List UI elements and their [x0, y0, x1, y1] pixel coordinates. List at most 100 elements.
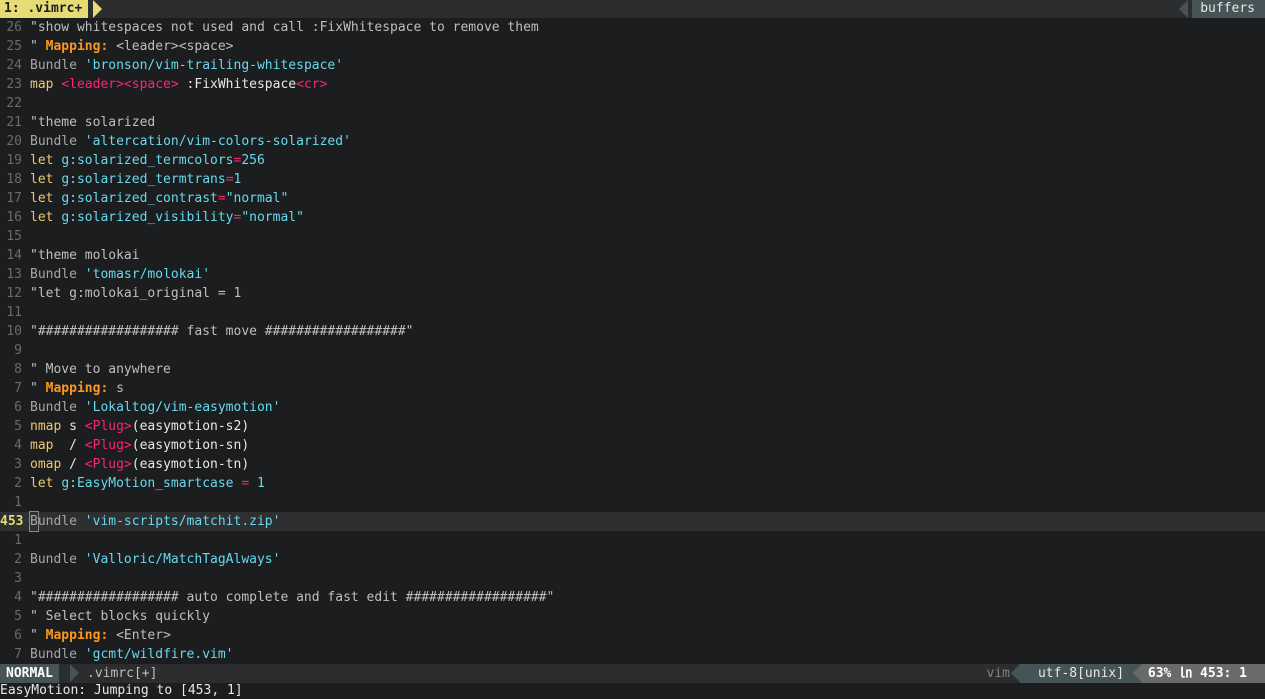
code-line[interactable]: 23 map <leader><space> :FixWhitespace<cr>: [0, 75, 1265, 94]
code-token: 256: [241, 153, 265, 168]
line-code: let g:solarized_termcolors=256: [30, 153, 265, 168]
line-code: let g:EasyMotion_smartcase = 1: [30, 476, 265, 491]
line-number: 19: [6, 153, 22, 168]
code-line[interactable]: 6 " Mapping: <Enter>: [0, 626, 1265, 645]
buffers-label[interactable]: buffers: [1192, 0, 1265, 18]
line-code: Bundle 'altercation/vim-colors-solarized…: [30, 134, 351, 149]
code-token: let: [30, 210, 62, 225]
code-line[interactable]: 7 " Mapping: s: [0, 379, 1265, 398]
line-code: " Move to anywhere: [30, 362, 171, 377]
code-token: 'Valloric/MatchTagAlways': [84, 552, 281, 567]
code-token: /: [69, 457, 85, 472]
code-line[interactable]: 2 Bundle 'Valloric/MatchTagAlways': [0, 550, 1265, 569]
line-number: 13: [6, 267, 22, 282]
code-line[interactable]: 16 let g:solarized_visibility="normal": [0, 208, 1265, 227]
status-encoding: utf-8[unix]: [1020, 664, 1142, 683]
line-number: 21: [6, 115, 22, 130]
code-line[interactable]: 10 "################## fast move ########…: [0, 322, 1265, 341]
code-line[interactable]: 12 "let g:molokai_original = 1: [0, 284, 1265, 303]
current-line[interactable]: 453 Bundle 'vim-scripts/matchit.zip': [0, 511, 1265, 532]
line-number: 6: [14, 628, 22, 643]
code-line[interactable]: 4 "################## auto complete and f…: [0, 588, 1265, 607]
code-token: Bundle: [30, 58, 85, 73]
code-token: <Plug>: [84, 438, 132, 453]
line-number: 4: [14, 438, 22, 453]
code-line[interactable]: 6 Bundle 'Lokaltog/vim-easymotion': [0, 398, 1265, 417]
line-number: 453: [0, 514, 24, 529]
status-filetype: vim: [986, 666, 1010, 681]
code-line[interactable]: 1: [0, 493, 1265, 512]
code-token: <cr>: [296, 77, 328, 92]
line-number: 17: [6, 191, 22, 206]
tab-vimrc[interactable]: 1: .vimrc+: [0, 0, 89, 18]
code-line[interactable]: 4 map / <Plug>(easymotion-sn): [0, 436, 1265, 455]
code-line[interactable]: 11: [0, 303, 1265, 322]
code-token: "let g:molokai_original = 1: [30, 286, 242, 301]
buffers-separator-arrow: [1179, 0, 1188, 18]
code-line[interactable]: 5 nmap s <Plug>(easymotion-s2): [0, 417, 1265, 436]
line-code: "################## auto complete and fa…: [30, 590, 554, 605]
code-token: :FixWhitespace: [178, 77, 297, 92]
code-token: (easymotion-s2): [131, 419, 250, 434]
line-number: 26: [6, 20, 22, 35]
line-code: "theme molokai: [30, 248, 140, 263]
line-code: "theme solarized: [30, 115, 155, 130]
line-number: 25: [6, 39, 22, 54]
code-line[interactable]: 14 "theme molokai: [0, 246, 1265, 265]
code-line[interactable]: 7 Bundle 'gcmt/wildfire.vim': [0, 645, 1265, 664]
code-line[interactable]: 24 Bundle 'bronson/vim-trailing-whitespac…: [0, 56, 1265, 75]
code-line[interactable]: 18 let g:solarized_termtrans=1: [0, 170, 1265, 189]
position-separator-arrow: [1133, 664, 1142, 682]
code-line[interactable]: 22: [0, 94, 1265, 113]
line-number: 6: [14, 400, 22, 415]
command-line[interactable]: EasyMotion: Jumping to [453, 1]: [0, 683, 1265, 699]
line-code: Bundle 'vim-scripts/matchit.zip': [29, 511, 281, 532]
code-line[interactable]: 26 "show whitespaces not used and call :F…: [0, 18, 1265, 37]
line-number: 2: [14, 476, 22, 491]
code-token: g:solarized_termtrans: [61, 172, 226, 187]
code-line[interactable]: 1: [0, 531, 1265, 550]
line-code: Bundle 'bronson/vim-trailing-whitespace': [30, 58, 343, 73]
line-number: 14: [6, 248, 22, 263]
code-token: =: [233, 476, 257, 491]
code-line[interactable]: 20 Bundle 'altercation/vim-colors-solariz…: [0, 132, 1265, 151]
line-number: 5: [14, 419, 22, 434]
code-line[interactable]: 17 let g:solarized_contrast="normal": [0, 189, 1265, 208]
code-token: omap: [30, 457, 70, 472]
code-token: 'altercation/vim-colors-solarized': [84, 134, 351, 149]
code-token: map: [30, 438, 62, 453]
code-line[interactable]: 25 " Mapping: <leader><space>: [0, 37, 1265, 56]
code-token: 'bronson/vim-trailing-whitespace': [84, 58, 344, 73]
code-token: Bundle: [30, 647, 85, 662]
code-token: Bundle: [30, 552, 85, 567]
line-code: map <leader><space> :FixWhitespace<cr>: [30, 77, 327, 92]
code-line[interactable]: 3 omap / <Plug>(easymotion-tn): [0, 455, 1265, 474]
code-line[interactable]: 3: [0, 569, 1265, 588]
code-line[interactable]: 5 " Select blocks quickly: [0, 607, 1265, 626]
code-token: (easymotion-sn): [131, 438, 250, 453]
line-number: 7: [14, 381, 22, 396]
line-code: Bundle 'Valloric/MatchTagAlways': [30, 552, 280, 567]
code-token: g:solarized_termcolors: [61, 153, 234, 168]
line-code: let g:solarized_termtrans=1: [30, 172, 241, 187]
line-code: let g:solarized_contrast="normal": [30, 191, 288, 206]
code-token: 'gcmt/wildfire.vim': [84, 647, 234, 662]
editor-buffer[interactable]: 26 "show whitespaces not used and call :F…: [0, 18, 1265, 664]
code-line[interactable]: 9: [0, 341, 1265, 360]
line-number: 23: [6, 77, 22, 92]
code-line[interactable]: 8 " Move to anywhere: [0, 360, 1265, 379]
line-number: 18: [6, 172, 22, 187]
line-number: 16: [6, 210, 22, 225]
line-code: " Mapping: <Enter>: [30, 628, 171, 643]
code-line[interactable]: 21 "theme solarized: [0, 113, 1265, 132]
code-token: =: [217, 191, 226, 206]
code-line[interactable]: 2 let g:EasyMotion_smartcase = 1: [0, 474, 1265, 493]
code-line[interactable]: 19 let g:solarized_termcolors=256: [0, 151, 1265, 170]
line-code: omap / <Plug>(easymotion-tn): [30, 457, 249, 472]
code-line[interactable]: 15: [0, 227, 1265, 246]
code-token: Mapping:: [45, 39, 109, 54]
line-code: "let g:molokai_original = 1: [30, 286, 241, 301]
code-token: 'vim-scripts/matchit.zip': [84, 514, 281, 529]
code-token: map: [30, 77, 62, 92]
code-line[interactable]: 13 Bundle 'tomasr/molokai': [0, 265, 1265, 284]
